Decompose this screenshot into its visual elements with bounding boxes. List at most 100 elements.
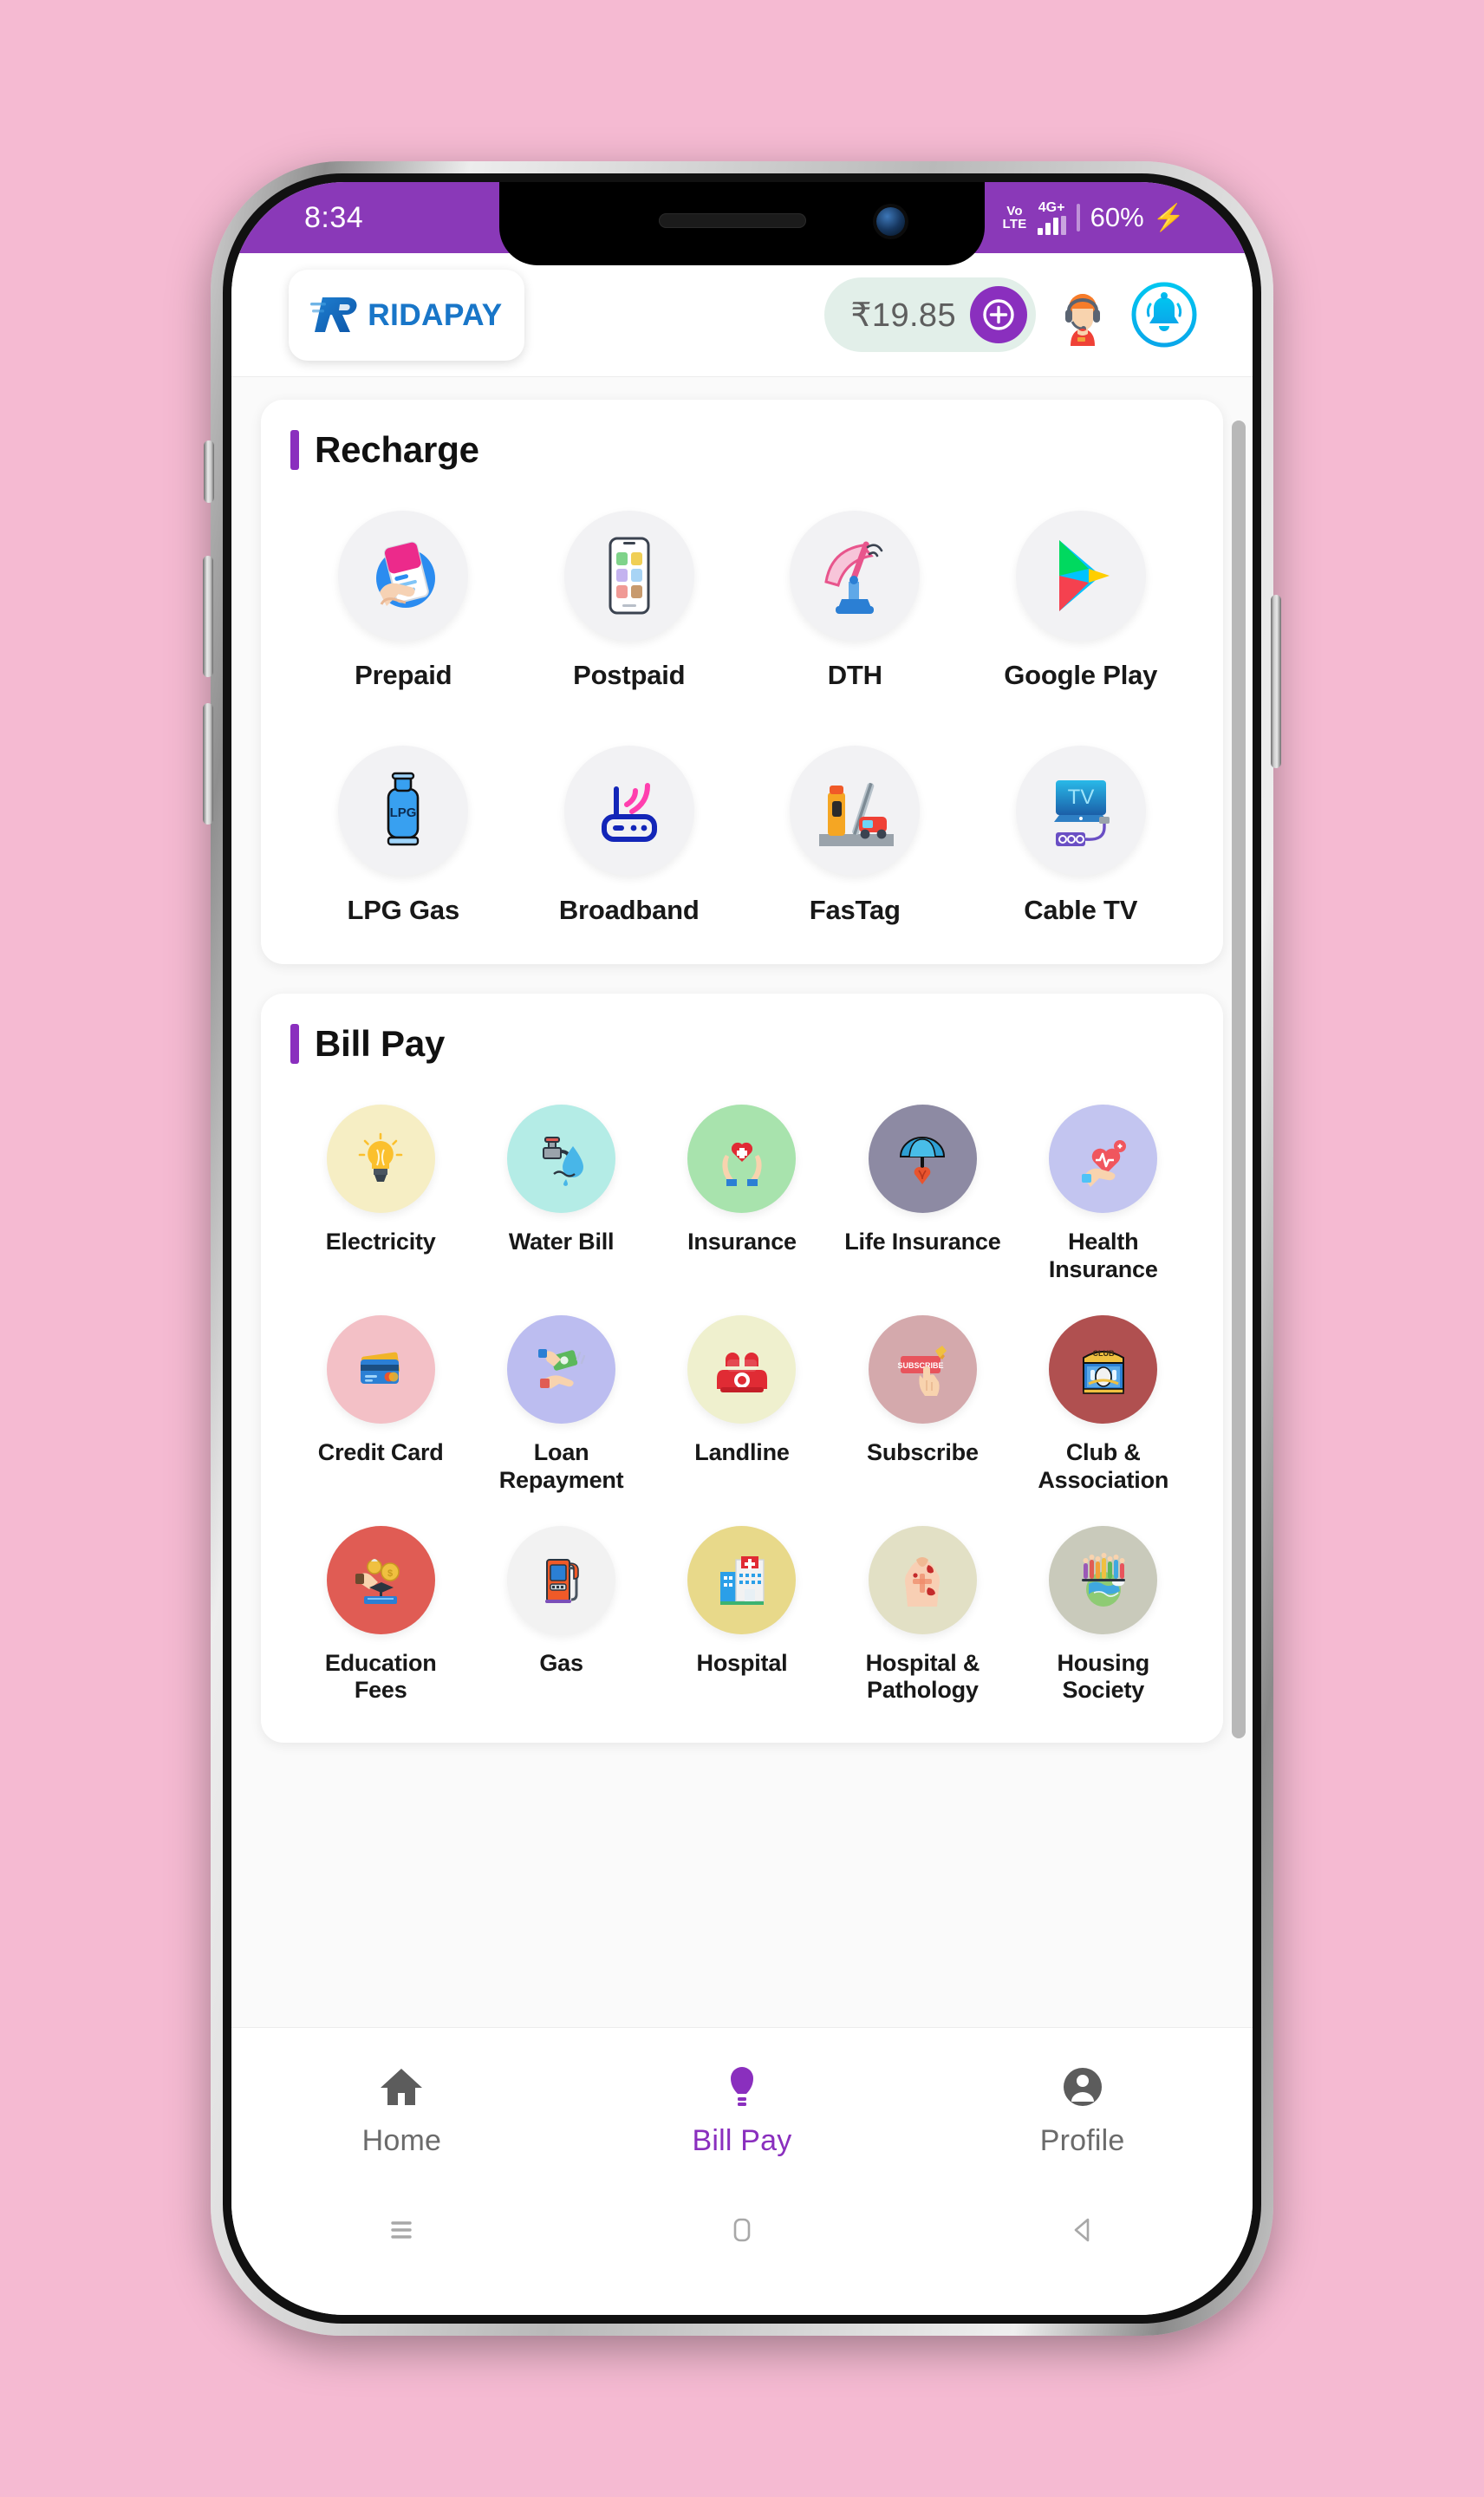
nav-label: Bill Pay [692,2124,792,2157]
home-icon [381,2069,423,2105]
earpiece-speaker [659,213,806,228]
subscribe-button-icon: SUBSCRIBE [868,1314,977,1424]
silent-switch-button[interactable] [204,440,214,503]
billpay-title: Bill Pay [315,1023,446,1065]
phone-frame: 8:34 Vo LTE 4G+ 60% ⚡ RIDAPAY ₹19.85 Rec… [203,161,1281,2336]
tile-subscribe[interactable]: SUBSCRIBE Subscribe [832,1314,1012,1495]
front-camera [876,207,905,236]
volte-icon: Vo LTE [1002,204,1027,231]
postpaid-phone-icon [563,511,694,641]
wallet-balance-pill[interactable]: ₹19.85 [824,277,1036,352]
housing-society-icon [1049,1525,1158,1634]
tile-postpaid[interactable]: Postpaid [517,511,743,692]
content-scrollbar[interactable] [1232,403,1246,1998]
tile-lpg-gas[interactable]: LPG LPG Gas [290,745,517,927]
status-indicators: Vo LTE 4G+ 60% ⚡ [1002,200,1185,235]
tile-label: Education Fees [324,1649,437,1704]
tile-dth[interactable]: DTH [742,511,968,692]
tile-landline[interactable]: Landline [652,1314,832,1495]
tile-prepaid[interactable]: Prepaid [290,511,517,692]
scrollbar-thumb[interactable] [1232,421,1246,1738]
tile-label: Health Insurance [1048,1229,1158,1283]
notification-bell-icon[interactable] [1129,280,1199,349]
tile-insurance[interactable]: Insurance [652,1105,832,1284]
back-button[interactable] [996,2211,1169,2249]
ridapay-logo-icon [310,297,357,332]
tile-label: Subscribe [867,1438,979,1465]
nav-item-bill-pay[interactable]: Bill Pay [625,2062,859,2158]
pathology-body-icon [868,1525,977,1634]
nav-item-profile[interactable]: Profile [966,2062,1200,2158]
recents-button[interactable] [315,2211,488,2249]
tile-label: Housing Society [1057,1649,1150,1704]
tile-health-insurance[interactable]: Health Insurance [1013,1105,1194,1284]
tile-club-association[interactable]: CLUB Club & Association [1013,1314,1194,1495]
money-hands-icon [507,1314,616,1424]
tile-google-play[interactable]: Google Play [968,511,1194,692]
recharge-section-card: Recharge Prepaid Postpaid DTH Google Pla… [261,400,1223,965]
tile-label: Cable TV [1024,894,1138,925]
recents-icon [391,2221,413,2239]
google-play-icon [1015,511,1146,641]
phone-screen: 8:34 Vo LTE 4G+ 60% ⚡ RIDAPAY ₹19.85 Rec… [231,182,1253,2315]
signal-icon: 4G+ [1037,200,1066,235]
tile-label: Club & Association [1038,1438,1169,1493]
home-button[interactable] [655,2211,829,2249]
tile-education-fees[interactable]: $ Education Fees [290,1525,471,1705]
volume-down-button[interactable] [203,703,213,825]
tile-housing-society[interactable]: Housing Society [1013,1525,1194,1705]
tile-credit-card[interactable]: Credit Card [290,1314,471,1495]
credit-card-icon [326,1314,435,1424]
nav-label: Profile [1039,2124,1125,2157]
volume-up-button[interactable] [203,556,213,677]
tile-fastag[interactable]: FasTag [742,745,968,927]
recharge-title: Recharge [315,429,479,470]
app-logo[interactable]: RIDAPAY [289,269,524,361]
heart-hands-icon [687,1105,797,1214]
recharge-grid: Prepaid Postpaid DTH Google Play LPG LPG… [290,511,1194,926]
toll-booth-icon [790,745,921,876]
tile-hospital-pathology[interactable]: Hospital & Pathology [832,1525,1012,1705]
power-button[interactable] [1271,595,1281,768]
billpay-title-row: Bill Pay [290,1023,1194,1065]
nav-label: Home [361,2124,442,2157]
svg-text:LPG: LPG [390,805,417,820]
nav-item-home[interactable]: Home [284,2062,518,2158]
tile-hospital[interactable]: Hospital [652,1525,832,1705]
health-heart-icon [1049,1105,1158,1214]
status-time: 8:34 [304,200,364,234]
tile-life-insurance[interactable]: Life Insurance [832,1105,1012,1284]
tile-cable-tv[interactable]: TV Cable TV [968,745,1194,927]
tile-loan-repayment[interactable]: Loan Repayment [471,1314,651,1495]
battery-percent: 60% [1090,202,1144,232]
tile-label: Hospital & Pathology [865,1649,980,1704]
club-building-icon: CLUB [1049,1314,1158,1424]
tile-label: Gas [539,1649,583,1676]
svg-text:$: $ [387,1568,393,1579]
tile-gas[interactable]: Gas [471,1525,651,1705]
svg-text:TV: TV [1067,786,1094,809]
logo-text: RIDAPAY [368,297,503,332]
header-actions: ₹19.85 [824,277,1199,352]
tile-label: Insurance [687,1229,797,1255]
tile-label: FasTag [809,894,901,925]
phone-inner-bezel: 8:34 Vo LTE 4G+ 60% ⚡ RIDAPAY ₹19.85 Rec… [231,182,1253,2315]
satellite-dish-icon [790,511,921,641]
tile-label: Broadband [558,894,700,925]
phone-bezel: 8:34 Vo LTE 4G+ 60% ⚡ RIDAPAY ₹19.85 Rec… [223,173,1261,2324]
customer-support-icon[interactable] [1051,284,1114,346]
recharge-title-row: Recharge [290,429,1194,471]
tile-broadband[interactable]: Broadband [517,745,743,927]
tile-label: Loan Repayment [498,1438,624,1493]
add-money-button[interactable] [970,286,1027,343]
balance-amount: ₹19.85 [850,297,956,334]
billpay-grid: Electricity Water Bill Insurance Life In… [290,1105,1194,1705]
tile-label: Postpaid [573,660,686,690]
tile-water-bill[interactable]: Water Bill [471,1105,651,1284]
water-tap-icon [507,1105,616,1214]
bottom-navigation: Home Bill Pay Profile [231,2027,1253,2192]
tile-electricity[interactable]: Electricity [290,1105,471,1284]
scroll-content[interactable]: Recharge Prepaid Postpaid DTH Google Pla… [231,377,1253,2027]
hospital-icon [687,1525,797,1634]
lpg-cylinder-icon: LPG [338,745,469,876]
